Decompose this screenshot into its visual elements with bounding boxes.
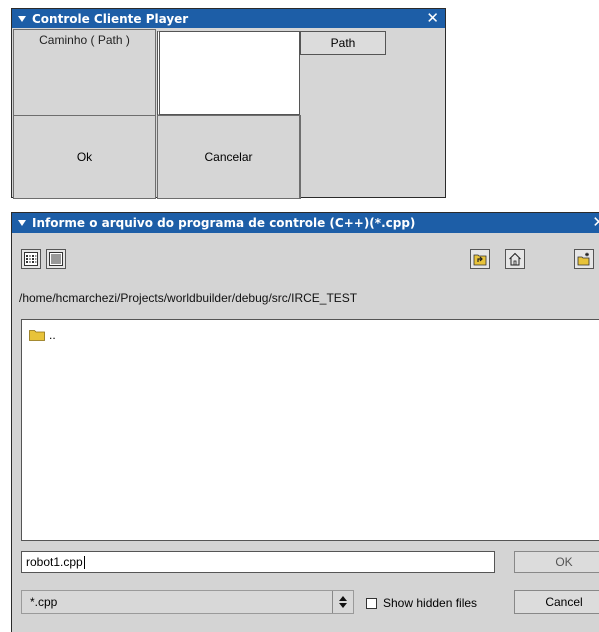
cancel-button[interactable]: Cancel [514,590,599,614]
divider [300,115,301,199]
controle-cliente-player-window: Controle Cliente Player ✕ Caminho ( Path… [11,8,446,199]
new-folder-icon [577,252,590,266]
home-button[interactable] [505,249,525,269]
window-title: Informe o arquivo do programa de control… [32,216,416,230]
file-name: .. [49,328,56,342]
window-menu-icon[interactable] [18,220,26,226]
window-title: Controle Cliente Player [32,11,189,26]
file-chooser-window: Informe o arquivo do programa de control… [11,212,599,632]
path-input[interactable] [157,31,300,115]
folder-icon [29,330,45,341]
parent-folder-button[interactable] [470,249,490,269]
new-folder-button[interactable] [574,249,594,269]
close-icon[interactable]: ✕ [592,213,599,232]
parent-folder-icon [473,254,487,266]
path-button[interactable]: Path [300,31,386,55]
path-label: Caminho ( Path ) [13,29,156,123]
current-path-label: /home/hcmarchezi/Projects/worldbuilder/d… [19,291,358,305]
home-icon [509,252,521,266]
list-view-button[interactable] [21,249,41,269]
detail-view-icon [49,252,63,266]
list-view-icon [24,252,38,266]
list-item[interactable]: .. [29,328,56,342]
title-bar[interactable]: Informe o arquivo do programa de control… [12,213,599,233]
filename-input[interactable]: robot1.cpp [21,551,495,573]
file-filter-select[interactable]: *.cpp [21,590,354,614]
cancel-button[interactable]: Cancelar [157,115,300,199]
ok-button[interactable]: Ok [13,115,156,199]
detail-view-button[interactable] [46,249,66,269]
show-hidden-label: Show hidden files [383,596,478,610]
title-bar[interactable]: Controle Cliente Player ✕ [12,9,445,28]
filter-value: *.cpp [30,595,58,609]
text-caret [83,555,85,569]
show-hidden-checkbox[interactable] [366,598,377,609]
window-menu-icon[interactable] [18,15,26,22]
file-list[interactable]: .. [21,319,599,541]
filename-value: robot1.cpp [26,555,83,569]
ok-button[interactable]: OK [514,551,599,573]
updown-arrows-icon[interactable] [332,591,353,613]
close-icon[interactable]: ✕ [426,9,439,28]
